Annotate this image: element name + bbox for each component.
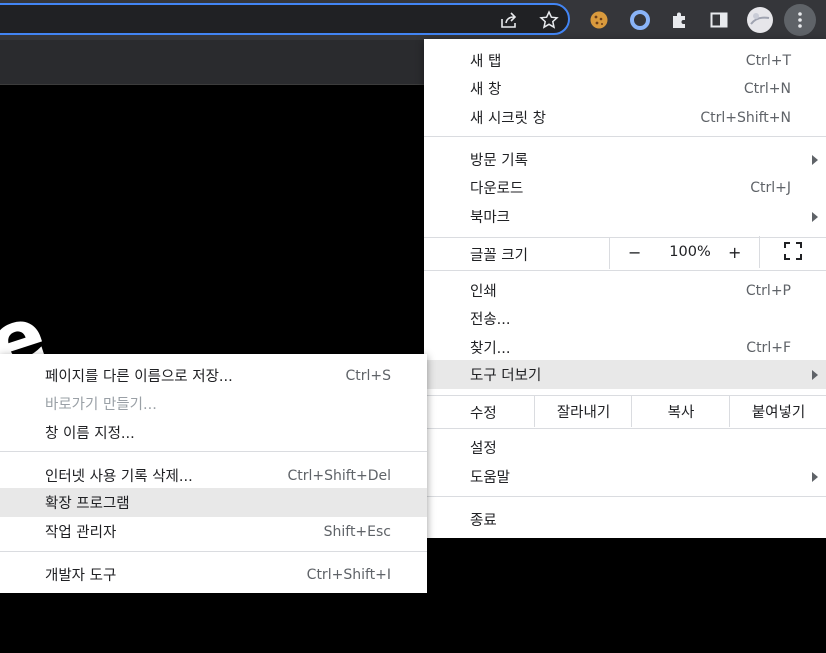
- menu-item-shortcut: Ctrl+S: [345, 367, 391, 384]
- menu-item-label: 확장 프로그램: [45, 496, 130, 512]
- edit-row: 수정 잘라내기 복사 붙여넣기: [424, 395, 826, 429]
- menu-item-label: 전송...: [470, 312, 511, 328]
- copy-button[interactable]: 복사: [631, 395, 730, 427]
- menu-divider: [424, 496, 826, 497]
- menu-item-label: 인터넷 사용 기록 삭제...: [45, 469, 193, 485]
- zoom-out-button[interactable]: −: [628, 243, 641, 262]
- address-bar[interactable]: [0, 3, 570, 35]
- submenu-item-clear-data[interactable]: 인터넷 사용 기록 삭제... Ctrl+Shift+Del: [0, 461, 427, 490]
- menu-item-label: 도움말: [470, 470, 511, 486]
- menu-item-help[interactable]: 도움말: [424, 462, 826, 491]
- submenu-arrow-icon: [812, 154, 818, 165]
- menu-item-cast[interactable]: 전송...: [424, 304, 826, 333]
- menu-item-label: 찾기...: [470, 341, 511, 357]
- menu-item-label: 설정: [470, 441, 497, 457]
- menu-item-label: 페이지를 다른 이름으로 저장...: [45, 369, 233, 385]
- menu-item-label: 새 탭: [470, 54, 502, 70]
- share-icon[interactable]: [497, 8, 521, 32]
- menu-item-new-window[interactable]: 새 창 Ctrl+N: [424, 74, 826, 103]
- menu-item-print[interactable]: 인쇄 Ctrl+P: [424, 276, 826, 305]
- profile-avatar[interactable]: [746, 6, 774, 34]
- submenu-item-create-shortcut[interactable]: 바로가기 만들기...: [0, 389, 427, 418]
- submenu-item-save-as[interactable]: 페이지를 다른 이름으로 저장... Ctrl+S: [0, 361, 427, 390]
- edit-label: 수정: [470, 405, 497, 422]
- menu-item-find[interactable]: 찾기... Ctrl+F: [424, 333, 826, 362]
- menu-item-label: 다운로드: [470, 181, 524, 197]
- submenu-arrow-icon: [812, 211, 818, 222]
- menu-item-label: 작업 관리자: [45, 525, 117, 541]
- fullscreen-icon: [784, 242, 802, 260]
- circle-extension-icon[interactable]: [628, 8, 652, 32]
- submenu-item-task-manager[interactable]: 작업 관리자 Shift+Esc: [0, 517, 427, 546]
- browser-toolbar: [0, 0, 826, 40]
- submenu-item-dev-tools[interactable]: 개발자 도구 Ctrl+Shift+I: [0, 560, 427, 589]
- cookie-extension-icon[interactable]: [587, 8, 611, 32]
- more-tools-submenu: 페이지를 다른 이름으로 저장... Ctrl+S 바로가기 만들기... 창 …: [0, 354, 427, 593]
- side-panel-icon[interactable]: [707, 8, 731, 32]
- menu-item-more-tools[interactable]: 도구 더보기: [424, 360, 826, 389]
- zoom-label: 글꼴 크기: [470, 247, 528, 264]
- menu-item-label: 새 시크릿 창: [470, 111, 546, 127]
- menu-item-label: 창 이름 지정...: [45, 426, 135, 442]
- menu-item-label: 방문 기록: [470, 153, 528, 169]
- menu-item-shortcut: Ctrl+P: [745, 282, 791, 299]
- submenu-arrow-icon: [812, 471, 818, 482]
- menu-item-new-incognito[interactable]: 새 시크릿 창 Ctrl+Shift+N: [424, 103, 826, 132]
- zoom-level: 100%: [669, 244, 711, 260]
- cut-button[interactable]: 잘라내기: [534, 395, 632, 427]
- submenu-arrow-icon: [812, 369, 818, 380]
- zoom-row: 글꼴 크기 − 100% +: [424, 236, 826, 271]
- menu-item-new-tab[interactable]: 새 탭 Ctrl+T: [424, 46, 826, 75]
- chrome-main-menu: 새 탭 Ctrl+T 새 창 Ctrl+N 새 시크릿 창 Ctrl+Shift…: [424, 39, 826, 538]
- menu-divider: [0, 451, 427, 452]
- menu-item-shortcut: Ctrl+N: [743, 80, 791, 97]
- paste-button[interactable]: 붙여넣기: [729, 395, 826, 427]
- menu-item-shortcut: Ctrl+J: [750, 179, 791, 196]
- zoom-controls: − 100% +: [609, 236, 826, 269]
- menu-item-label: 개발자 도구: [45, 568, 117, 584]
- star-icon[interactable]: [537, 8, 561, 32]
- menu-item-history[interactable]: 방문 기록: [424, 145, 826, 174]
- menu-item-shortcut: Ctrl+F: [746, 339, 791, 356]
- menu-item-shortcut: Ctrl+T: [745, 52, 791, 69]
- menu-item-label: 바로가기 만들기...: [45, 397, 157, 413]
- submenu-item-extensions[interactable]: 확장 프로그램: [0, 488, 427, 517]
- menu-item-bookmarks[interactable]: 북마크: [424, 202, 826, 231]
- menu-item-label: 북마크: [470, 210, 511, 226]
- menu-item-label: 새 창: [470, 82, 502, 98]
- menu-item-shortcut: Shift+Esc: [323, 523, 391, 540]
- menu-item-label: 인쇄: [470, 284, 497, 300]
- page-header-bar: [0, 40, 430, 85]
- submenu-item-name-window[interactable]: 창 이름 지정...: [0, 418, 427, 447]
- menu-item-shortcut: Ctrl+Shift+I: [306, 566, 391, 583]
- menu-item-settings[interactable]: 설정: [424, 433, 826, 462]
- menu-item-label: 종료: [470, 513, 497, 529]
- menu-item-shortcut: Ctrl+Shift+Del: [287, 467, 391, 484]
- menu-kebab-icon[interactable]: [788, 8, 812, 32]
- menu-divider: [424, 136, 826, 137]
- menu-item-downloads[interactable]: 다운로드 Ctrl+J: [424, 173, 826, 202]
- menu-item-shortcut: Ctrl+Shift+N: [700, 109, 791, 126]
- menu-divider: [0, 551, 427, 552]
- fullscreen-button[interactable]: [759, 236, 826, 268]
- zoom-in-button[interactable]: +: [728, 243, 741, 262]
- menu-item-label: 도구 더보기: [470, 368, 542, 384]
- extensions-puzzle-icon[interactable]: [668, 8, 692, 32]
- menu-item-exit[interactable]: 종료: [424, 505, 826, 534]
